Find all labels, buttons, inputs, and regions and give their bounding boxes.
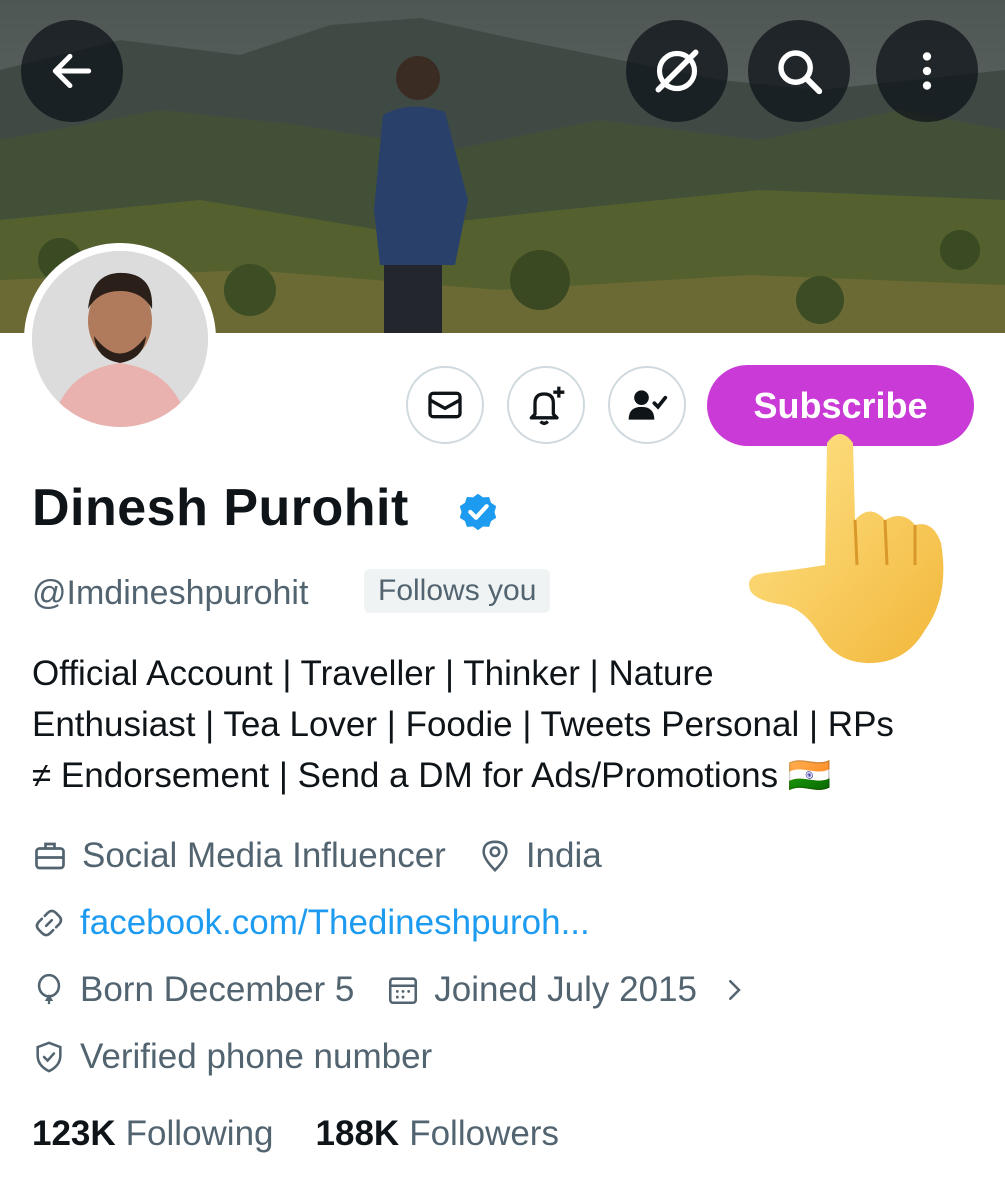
following-label: Following xyxy=(125,1114,274,1153)
bio-line: Official Account | Traveller | Thinker |… xyxy=(32,654,714,693)
verified-phone-row: Verified phone number xyxy=(32,1037,464,1077)
joined-item[interactable]: Joined July 2015 xyxy=(386,970,763,1010)
avatar[interactable] xyxy=(24,243,216,435)
verified-badge-icon[interactable] xyxy=(455,488,501,534)
profile-name: Dinesh Purohit xyxy=(32,479,409,537)
website-row: facebook.com/Thedineshpuroh... xyxy=(32,903,622,943)
calendar-icon xyxy=(389,977,418,1005)
category-item: Social Media Influencer xyxy=(32,836,446,876)
more-button[interactable] xyxy=(876,20,978,122)
profile-bio: Official Account | Traveller | Thinker |… xyxy=(32,648,977,801)
following-count: 123K xyxy=(32,1114,116,1153)
verified-phone-label: Verified phone number xyxy=(80,1037,433,1076)
balloon-icon xyxy=(37,973,61,1005)
pointing-hand-icon xyxy=(749,434,944,664)
profile-meta-row: Social Media Influencer India xyxy=(32,836,634,876)
message-button[interactable] xyxy=(406,366,484,444)
grok-slash-icon xyxy=(655,49,699,93)
link-icon xyxy=(35,909,63,937)
avatar-photo xyxy=(32,251,208,427)
shield-check-icon xyxy=(36,1041,62,1073)
chevron-right-icon xyxy=(729,980,741,1000)
birthday-item: Born December 5 xyxy=(32,970,354,1010)
dates-row: Born December 5 Joined July 2015 xyxy=(32,970,795,1010)
website-item[interactable]: facebook.com/Thedineshpuroh... xyxy=(32,903,590,943)
bio-line: ≠ Endorsement | Send a DM for Ads/Promot… xyxy=(32,756,832,795)
follow-stats: 123K Following 188K Followers xyxy=(32,1114,601,1154)
briefcase-icon xyxy=(35,842,65,870)
grok-button[interactable] xyxy=(626,20,728,122)
location-label: India xyxy=(525,836,602,875)
bell-plus-icon xyxy=(529,386,565,425)
envelope-icon xyxy=(428,391,462,419)
bio-line: Enthusiast | Tea Lover | Foodie | Tweets… xyxy=(32,705,894,744)
followers-label: Followers xyxy=(409,1114,559,1153)
back-button[interactable] xyxy=(21,20,123,122)
follows-you-badge: Follows you xyxy=(364,569,551,613)
person-check-icon xyxy=(628,390,668,420)
birthday-label: Born December 5 xyxy=(80,970,355,1009)
followers-stat[interactable]: 188K Followers xyxy=(316,1114,559,1154)
profile-handle: @Imdineshpurohit xyxy=(32,574,309,612)
search-icon xyxy=(778,50,823,95)
website-link[interactable]: facebook.com/Thedineshpuroh... xyxy=(80,903,590,943)
notifications-button[interactable] xyxy=(507,366,585,444)
following-stat[interactable]: 123K Following xyxy=(32,1114,274,1154)
location-item: India xyxy=(478,836,602,876)
followers-count: 188K xyxy=(315,1114,400,1153)
location-pin-icon xyxy=(482,840,508,872)
category-label: Social Media Influencer xyxy=(82,836,446,875)
following-button[interactable] xyxy=(608,366,686,444)
more-vertical-icon xyxy=(922,52,932,90)
arrow-left-icon xyxy=(52,53,92,89)
verified-phone-item: Verified phone number xyxy=(32,1037,432,1077)
search-button[interactable] xyxy=(748,20,850,122)
joined-label: Joined July 2015 xyxy=(434,970,697,1009)
